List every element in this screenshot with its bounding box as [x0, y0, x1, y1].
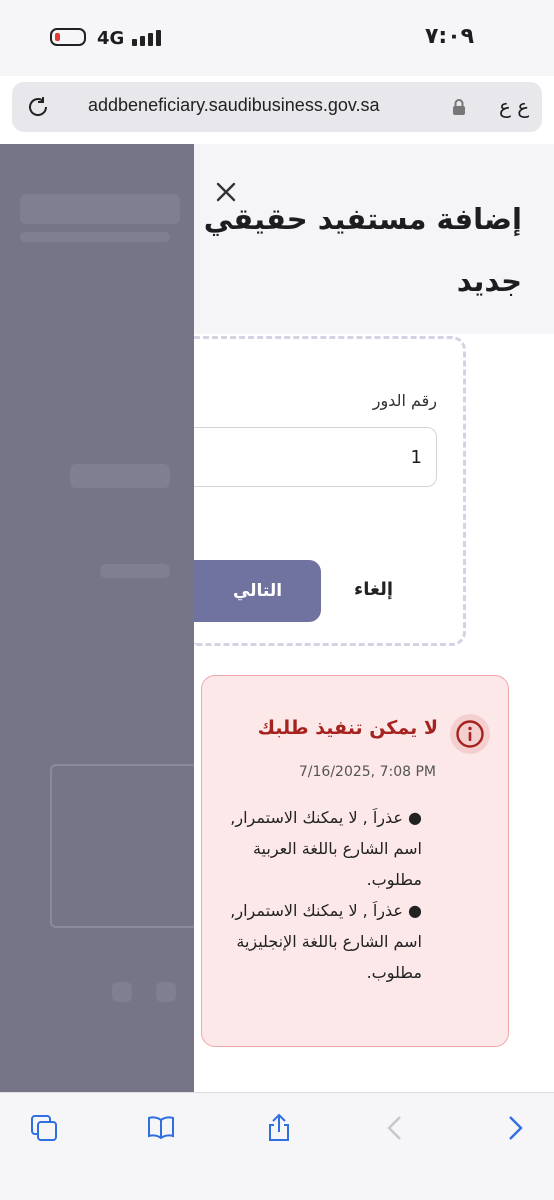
url-text[interactable]: addbeneficiary.saudibusiness.gov.sa: [88, 95, 380, 116]
status-bar: 4G ٧:٠٩: [0, 0, 554, 76]
browser-toolbar: [0, 1092, 554, 1200]
panel-header: إضافة مستفيد حقيقي جديد: [194, 144, 554, 334]
address-bar[interactable]: addbeneficiary.saudibusiness.gov.sa ع ع: [12, 82, 542, 132]
text-size-button[interactable]: ع ع: [499, 94, 529, 118]
lock-icon: [453, 99, 465, 115]
forward-icon[interactable]: [500, 1113, 530, 1143]
network-type: 4G: [97, 28, 125, 49]
back-icon[interactable]: [380, 1113, 410, 1143]
add-beneficiary-panel: إضافة مستفيد حقيقي جديد رقم الدور 1 التا…: [194, 144, 554, 1092]
info-icon: [450, 714, 490, 754]
floor-form-card: رقم الدور 1 التالي إلغاء: [194, 336, 466, 646]
page-content: إضافة مستفيد حقيقي جديد رقم الدور 1 التا…: [0, 144, 554, 1092]
alert-title: لا يمكن تنفيذ طلبك: [257, 717, 438, 739]
modal-backdrop[interactable]: [0, 144, 198, 1092]
cancel-button[interactable]: إلغاء: [354, 579, 393, 600]
alert-message: ● عذراَ , لا يمكنك الاستمرار, اسم الشارع…: [230, 901, 422, 982]
clock: ٧:٠٩: [425, 24, 475, 49]
next-button[interactable]: التالي: [194, 560, 321, 622]
panel-title: إضافة مستفيد حقيقي جديد: [203, 202, 522, 298]
error-alert: لا يمكن تنفيذ طلبك 7/16/2025, 7:08 PM ● …: [201, 675, 509, 1047]
signal-icon: [132, 30, 164, 46]
battery-icon: [50, 28, 86, 46]
alert-messages: ● عذراَ , لا يمكنك الاستمرار, اسم الشارع…: [212, 802, 422, 988]
reload-icon[interactable]: [26, 95, 50, 119]
floor-number-value: 1: [410, 447, 422, 468]
share-icon[interactable]: [264, 1113, 294, 1143]
floor-number-input[interactable]: 1: [194, 427, 437, 487]
alert-message: ● عذراَ , لا يمكنك الاستمرار, اسم الشارع…: [230, 808, 422, 889]
tabs-icon[interactable]: [29, 1113, 59, 1143]
bookmarks-icon[interactable]: [146, 1113, 176, 1143]
alert-timestamp: 7/16/2025, 7:08 PM: [298, 764, 436, 780]
floor-number-label: رقم الدور: [372, 391, 437, 410]
